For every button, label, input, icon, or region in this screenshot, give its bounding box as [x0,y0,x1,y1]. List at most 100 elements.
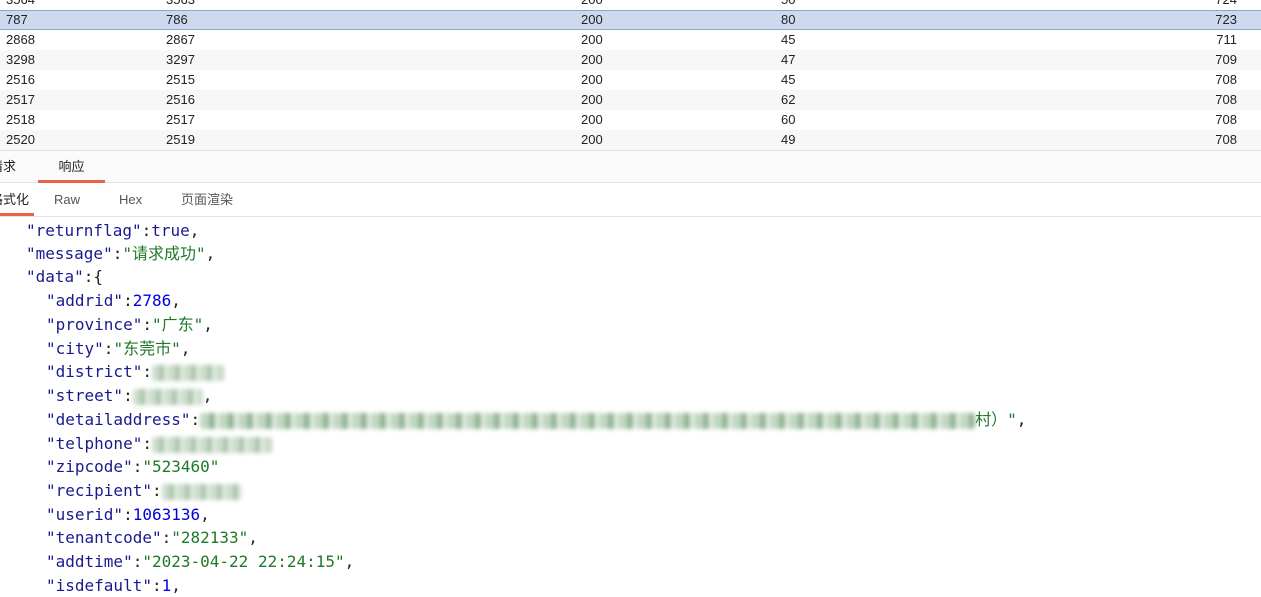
json-key: "tenantcode" [46,528,162,547]
table-row[interactable]: 2868 2867 200 45 711 [0,30,1261,50]
redacted-value [161,483,242,500]
table-row[interactable]: 2518 2517 200 60 708 [0,110,1261,130]
tab-format[interactable]: 格式化 [0,184,34,216]
table-cell-time: 47 [781,52,796,67]
table-cell-id: 2516 [6,72,35,87]
table-cell-time: 80 [781,12,796,27]
tab-request[interactable]: 请求 [0,151,24,183]
tab-hex[interactable]: Hex [119,184,142,216]
json-value-tail: 村）" [975,410,1017,429]
table-cell-time: 45 [781,72,796,87]
table-row[interactable]: 2517 2516 200 62 708 [0,90,1261,110]
json-key: "addrid" [46,291,124,310]
table-cell-prev: 3297 [166,52,195,67]
json-key: "province" [46,315,143,334]
table-cell-id: 3298 [6,52,35,67]
json-line-addrid: "addrid":2786, [46,291,181,310]
json-viewer: "returnflag":true, "message":"请求成功", "da… [0,219,1261,597]
json-key: "userid" [46,505,124,524]
redacted-value [151,364,224,381]
json-line-userid: "userid":1063136, [46,505,210,524]
json-key: "addtime" [46,552,133,571]
table-row[interactable]: 787 786 200 80 723 [0,10,1261,30]
table-cell-status: 200 [581,112,603,127]
table-cell-prev: 2867 [166,32,195,47]
json-line-recipient: "recipient": [46,479,242,502]
tab-response[interactable]: 响应 [38,151,105,183]
table-cell-id: 2517 [6,92,35,107]
json-line-province: "province":"广东", [46,315,213,334]
json-value: "282133" [171,528,249,547]
json-key: "zipcode" [46,457,133,476]
redacted-value [151,436,272,453]
table-cell-status: 200 [581,92,603,107]
table-cell-time: 45 [781,32,796,47]
view-tab-bar: 格式化 Raw Hex 页面渲染 [0,184,1261,217]
table-cell-time: 49 [781,132,796,147]
json-value: "523460" [142,457,220,476]
tab-raw[interactable]: Raw [54,184,80,216]
json-key: "recipient" [46,481,152,500]
json-key: "data" [26,267,84,286]
json-value: "东莞市" [113,339,181,358]
table-cell-size: 723 [1215,12,1237,27]
table-cell-id: 2518 [6,112,35,127]
table-cell-size: 708 [1215,112,1237,127]
json-value: "2023-04-22 22:24:15" [142,552,345,571]
json-key: "district" [46,362,143,381]
table-cell-time: 62 [781,92,796,107]
table-cell-status: 200 [581,12,603,27]
table-row[interactable]: 2516 2515 200 45 708 [0,70,1261,90]
redacted-value [200,412,976,429]
table-cell-status: 200 [581,32,603,47]
table-cell-id: 787 [6,12,28,27]
table-cell-prev: 2517 [166,112,195,127]
request-table: 3564 3563 200 50 724 787 786 200 80 723 2868 2867 20… [0,0,1261,150]
json-line-message: "message":"请求成功", [26,244,216,263]
table-cell-id: 2520 [6,132,35,147]
table-cell-prev: 2519 [166,132,195,147]
table-cell-prev: 2515 [166,72,195,87]
json-line-addtime: "addtime":"2023-04-22 22:24:15", [46,552,355,571]
table-cell-size: 709 [1215,52,1237,67]
json-key: "detailaddress" [46,410,191,429]
json-line-street: "street":, [46,386,213,405]
table-cell-prev: 2516 [166,92,195,107]
table-cell-prev: 3563 [166,0,195,10]
json-value: "请求成功" [122,244,206,263]
json-line-district: "district": [46,360,224,383]
json-line-telphone: "telphone": [46,432,272,455]
json-value: 1063136 [132,505,201,524]
json-line-zipcode: "zipcode":"523460" [46,457,220,476]
json-line-data: "data":{ [26,267,104,286]
table-cell-id: 3564 [6,0,35,10]
table-cell-prev: 786 [166,12,188,27]
table-cell-time: 60 [781,112,796,127]
table-cell-time: 50 [781,0,795,10]
json-value: 1 [161,576,172,595]
detail-tab-bar: 请求 响应 [0,150,1261,183]
json-key: "message" [26,244,113,263]
table-row[interactable]: 3298 3297 200 47 709 [0,50,1261,70]
table-cell-status: 200 [581,0,603,10]
json-value: 2786 [132,291,172,310]
table-cell-status: 200 [581,132,603,147]
json-line-returnflag: "returnflag":true, [26,221,200,240]
json-line-isdefault: "isdefault":1, [46,576,181,595]
table-cell-size: 724 [1215,0,1237,10]
table-cell-size: 708 [1215,132,1237,147]
table-cell-size: 711 [1216,32,1237,47]
table-cell-status: 200 [581,72,603,87]
json-key: "street" [46,386,124,405]
json-line-detailaddress: "detailaddress": 村）", [46,410,1027,429]
json-line-tenantcode: "tenantcode":"282133", [46,528,258,547]
json-key: "telphone" [46,434,143,453]
json-key: "returnflag" [26,221,142,240]
table-cell-size: 708 [1215,92,1237,107]
json-line-city: "city":"东莞市", [46,339,191,358]
table-row[interactable]: 3564 3563 200 50 724 [0,0,1261,10]
table-cell-size: 708 [1215,72,1237,87]
json-key: "city" [46,339,104,358]
table-row[interactable]: 2520 2519 200 49 708 [0,130,1261,150]
tab-page-render[interactable]: 页面渲染 [181,184,233,216]
